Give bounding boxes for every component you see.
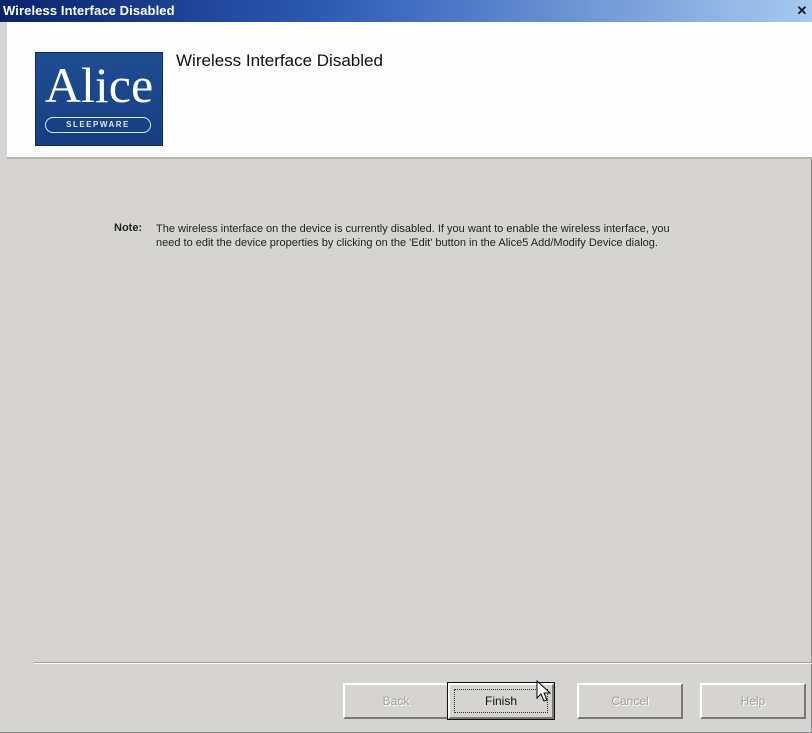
button-divider	[34, 662, 812, 664]
focus-ring	[454, 689, 548, 713]
help-button[interactable]: Help	[700, 683, 806, 719]
alice-logo: Alice SLEEPWARE	[35, 52, 163, 146]
cancel-button[interactable]: Cancel	[577, 683, 683, 719]
title-bar[interactable]: Wireless Interface Disabled ✕	[0, 0, 812, 22]
wizard-header: Alice SLEEPWARE Wireless Interface Disab…	[7, 22, 812, 159]
window-title: Wireless Interface Disabled	[3, 3, 175, 18]
wizard-dialog: Wireless Interface Disabled ✕ Alice SLEE…	[0, 0, 812, 733]
page-title: Wireless Interface Disabled	[176, 51, 383, 70]
logo-wordmark: Alice	[44, 57, 154, 113]
note-label: Note:	[114, 222, 143, 234]
close-icon[interactable]: ✕	[794, 3, 810, 18]
note-message: The wireless interface on the device is …	[156, 223, 670, 249]
back-button[interactable]: Back	[343, 683, 449, 719]
mouse-pointer-icon	[536, 680, 552, 702]
logo-badge: SLEEPWARE	[45, 117, 151, 133]
